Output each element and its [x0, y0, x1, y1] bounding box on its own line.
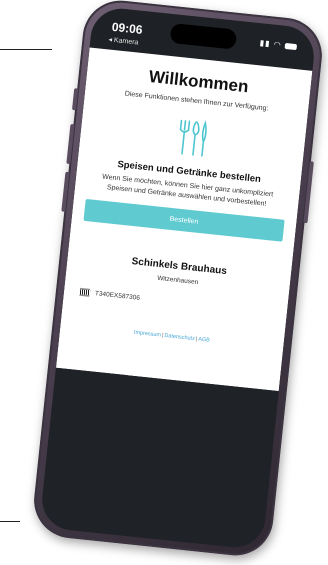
cutlery-icon [161, 116, 225, 162]
battery-icon [284, 42, 298, 51]
wifi-icon: ◠ [273, 39, 283, 50]
barcode-icon [79, 288, 91, 298]
signal-icon: ▮▮ [259, 38, 271, 49]
pointer-line-top [0, 49, 52, 50]
table-code: T340EX587306 [94, 290, 141, 303]
dynamic-island [169, 22, 238, 50]
datenschutz-link[interactable]: Datenschutz [164, 333, 195, 342]
status-icons: ▮▮ ◠ [259, 38, 298, 51]
welcome-page: Willkommen Diese Funktionen stehen Ihnen… [55, 47, 313, 392]
empty-background [39, 367, 279, 551]
back-to-camera-link[interactable]: ◂ Kamera [108, 35, 139, 46]
footer-links: Impressum|Datenschutz|AGB [133, 329, 211, 344]
status-time: 09:06 [111, 19, 144, 37]
agb-link[interactable]: AGB [198, 337, 210, 344]
phone-mockup: 09:06 ◂ Kamera ▮▮ ◠ Willkommen Diese Fun… [30, 0, 326, 560]
impressum-link[interactable]: Impressum [134, 330, 162, 339]
pointer-line-bottom [0, 521, 20, 522]
